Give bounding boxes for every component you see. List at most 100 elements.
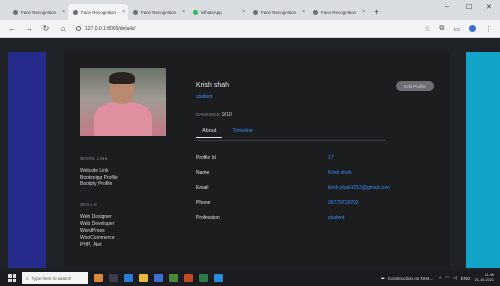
table-row: Profession student bbox=[196, 210, 436, 225]
work-link-heading: WORK LINK bbox=[80, 156, 108, 161]
browser-tab[interactable]: WhatsApp × bbox=[188, 4, 248, 20]
news-widget[interactable]: ☁ Construction on NH4... bbox=[380, 275, 433, 281]
file-explorer-icon[interactable] bbox=[139, 274, 148, 282]
mail-icon[interactable] bbox=[154, 274, 163, 282]
browser-tab[interactable]: Face Recognition × bbox=[308, 4, 368, 20]
language-indicator[interactable]: ENG bbox=[461, 276, 471, 281]
reload-icon[interactable]: ↻ bbox=[42, 24, 50, 33]
field-label: Profile Id bbox=[196, 154, 216, 161]
field-label: Profession bbox=[196, 214, 220, 221]
work-links: Website Link Bootsnipp Profile Bootply P… bbox=[80, 168, 118, 188]
globe-icon bbox=[253, 9, 258, 15]
globe-icon bbox=[313, 9, 318, 15]
menu-icon[interactable]: ⋮ bbox=[485, 25, 492, 33]
close-icon[interactable]: × bbox=[302, 9, 305, 15]
task-view-icon[interactable] bbox=[109, 274, 118, 282]
profile-photo bbox=[80, 68, 166, 136]
photo-body bbox=[94, 102, 152, 136]
close-icon[interactable]: × bbox=[362, 9, 365, 15]
left-panel bbox=[8, 52, 46, 268]
vscode-icon[interactable] bbox=[214, 274, 223, 282]
skill-item: PHP, .Net bbox=[80, 242, 102, 248]
skills-list: Web Designer Web Developer WordPress Woo… bbox=[80, 214, 115, 249]
profile-tabs: About Timeline bbox=[196, 128, 253, 138]
excel-icon[interactable] bbox=[199, 274, 208, 282]
close-icon[interactable]: × bbox=[242, 9, 245, 15]
extensions-icon[interactable]: ⧉ bbox=[439, 25, 444, 33]
browser-tab-strip: Face Recognition × Face Recognition × Face… bbox=[0, 0, 500, 20]
browser-tab[interactable]: Face Recognition × bbox=[248, 4, 308, 20]
tab-timeline[interactable]: Timeline bbox=[232, 128, 253, 138]
clock[interactable]: 11:46 21-10-2021 bbox=[475, 273, 494, 283]
windows-start-icon[interactable] bbox=[8, 274, 16, 282]
field-value: student bbox=[328, 214, 345, 221]
table-row: Email krish.shah1012@gmail.com bbox=[196, 180, 436, 195]
rankings-value: 9/10 bbox=[222, 112, 232, 118]
table-row: Name Krish shah bbox=[196, 165, 436, 180]
skill-item: WooCommerce bbox=[80, 235, 115, 241]
chevron-up-icon[interactable]: ^ bbox=[439, 276, 441, 281]
taskbar-search-input[interactable]: ⌕ Type here to search bbox=[22, 272, 88, 284]
avatar[interactable] bbox=[469, 25, 476, 32]
close-window-icon[interactable]: ✕ bbox=[486, 3, 492, 11]
weather-icon: ☁ bbox=[380, 275, 385, 280]
browser-tab-active[interactable]: Face Recognition × bbox=[68, 4, 128, 20]
photo-hair bbox=[109, 72, 135, 84]
speaker-icon[interactable]: ◁ bbox=[453, 275, 456, 281]
app-icon[interactable] bbox=[94, 274, 103, 282]
table-row: Phone 08779718702 bbox=[196, 195, 436, 210]
system-tray: ^ ◠ ◁ ENG 11:46 21-10-2021 bbox=[439, 273, 500, 283]
profile-role: student bbox=[196, 94, 213, 100]
edge-icon[interactable] bbox=[124, 274, 133, 282]
minimize-icon[interactable]: – bbox=[445, 3, 449, 10]
rankings: RANKINGS: 9/10 bbox=[196, 112, 232, 118]
close-icon[interactable]: × bbox=[182, 9, 185, 15]
field-value: krish.shah1012@gmail.com bbox=[328, 184, 390, 191]
skill-item: WordPress bbox=[80, 228, 105, 234]
app-icon[interactable] bbox=[184, 274, 193, 282]
back-icon[interactable]: ← bbox=[8, 24, 16, 33]
star-icon[interactable]: ☆ bbox=[424, 25, 430, 33]
field-label: Name bbox=[196, 169, 210, 176]
details-table: Profile Id 17 Name Krish shah Email krish.s… bbox=[196, 150, 436, 225]
new-tab-button[interactable]: + bbox=[374, 4, 379, 20]
skill-item: Web Developer bbox=[80, 221, 115, 227]
field-label: Email bbox=[196, 184, 209, 191]
info-icon[interactable] bbox=[76, 26, 81, 31]
tab-about[interactable]: About bbox=[196, 128, 223, 138]
skills-heading: SKILLS bbox=[80, 202, 98, 207]
address-bar: ← → ↻ ⌂ 127.0.0.1:8000/details/ ☆ ⧉ ▭ ⋮ bbox=[0, 20, 500, 38]
reading-list-icon[interactable]: ▭ bbox=[453, 25, 460, 33]
taskbar: ⌕ Type here to search ☁ Construction on NH… bbox=[0, 270, 500, 286]
close-icon[interactable]: × bbox=[62, 9, 65, 15]
browser-tab[interactable]: Face Recognition × bbox=[128, 4, 188, 20]
globe-icon bbox=[73, 9, 78, 15]
wifi-icon[interactable]: ◠ bbox=[445, 275, 449, 281]
edit-profile-button[interactable]: Edit Profile bbox=[396, 81, 434, 91]
url-field[interactable]: 127.0.0.1:8000/details/ bbox=[76, 26, 415, 32]
search-icon: ⌕ bbox=[26, 275, 29, 281]
field-value: 08779718702 bbox=[328, 199, 359, 206]
profile-name: Krish shah bbox=[196, 82, 230, 89]
field-label: Phone bbox=[196, 199, 211, 206]
globe-icon bbox=[133, 9, 138, 15]
right-panel bbox=[466, 52, 500, 268]
rankings-label: RANKINGS: bbox=[196, 112, 221, 117]
home-icon[interactable]: ⌂ bbox=[59, 24, 67, 33]
field-value: 17 bbox=[328, 154, 334, 161]
chrome-icon[interactable] bbox=[169, 274, 178, 282]
browser-tab[interactable]: Face Recognition × bbox=[8, 4, 68, 20]
table-row: Profile Id 17 bbox=[196, 150, 436, 165]
field-value: Krish shah bbox=[328, 169, 352, 176]
forward-icon[interactable]: → bbox=[25, 24, 33, 33]
close-icon[interactable]: × bbox=[122, 9, 125, 15]
whatsapp-icon bbox=[193, 9, 198, 15]
skill-item: Web Designer bbox=[80, 214, 112, 220]
maximize-icon[interactable]: ☐ bbox=[466, 3, 472, 11]
date: 21-10-2021 bbox=[474, 278, 494, 282]
page: WORK LINK Website Link Bootsnipp Profile… bbox=[0, 38, 500, 270]
globe-icon bbox=[13, 9, 18, 15]
tab-divider bbox=[196, 140, 386, 141]
profile-card: WORK LINK Website Link Bootsnipp Profile… bbox=[64, 52, 450, 268]
bootply-link[interactable]: Bootply Profile bbox=[80, 181, 118, 188]
